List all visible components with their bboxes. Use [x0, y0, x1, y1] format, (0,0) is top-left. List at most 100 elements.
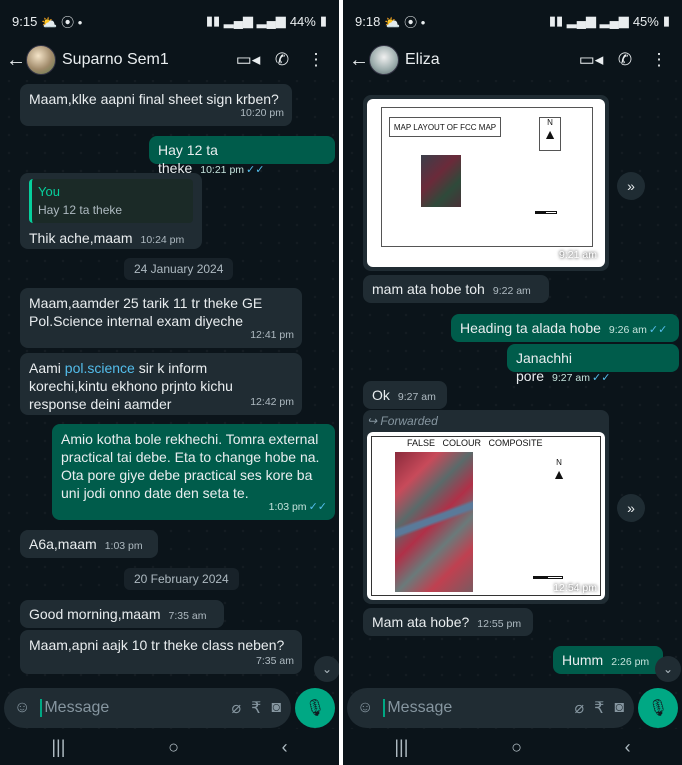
north-arrow: N ▲ [551, 458, 567, 481]
scroll-down-button[interactable]: ⌄ [655, 656, 681, 682]
contact-name[interactable]: Suparno Sem1 [62, 51, 231, 69]
video-call-icon[interactable]: ▭◂ [574, 50, 608, 70]
quoted-message[interactable]: You Hay 12 ta theke [29, 179, 193, 223]
phone-icon[interactable]: ✆ [608, 50, 642, 70]
message-input[interactable]: Message [383, 699, 564, 717]
message-incoming[interactable]: Ok 9:27 am [363, 381, 447, 409]
forwarded-text: Forwarded [380, 414, 438, 428]
forwarded-image-message[interactable]: ↪ Forwarded FALSE COLOUR COMPOSITE N ▲ 12… [363, 410, 609, 604]
message-link[interactable]: pol.science [65, 360, 135, 376]
message-incoming[interactable]: Maam,aamder 25 tarik 11 tr theke GE Pol.… [20, 288, 302, 348]
satellite-image [395, 452, 473, 592]
camera-icon[interactable]: ◙ [614, 699, 624, 717]
north-arrow-icon: ▲ [543, 126, 557, 142]
composer: ☺ Message ⌀ ₹ ◙ 🎙 [0, 688, 339, 728]
mic-button[interactable]: 🎙 [638, 688, 678, 728]
payment-icon[interactable]: ₹ [594, 698, 604, 718]
more-vert-icon[interactable]: ⋮ [642, 50, 676, 70]
back-nav-icon[interactable]: ‹ [282, 737, 288, 758]
notification-icons: ⛅ ⦿ • [384, 14, 426, 30]
date-separator: 20 February 2024 [124, 568, 239, 590]
home-icon[interactable]: ○ [511, 737, 522, 758]
system-nav-bar: ||| ○ ‹ [0, 729, 339, 765]
status-bar: 9:15 ⛅ ⦿ • ▮▮ ▂▄▆ ▂▄▆ 44% ▮ [0, 0, 339, 42]
message-time: 9:27 am [552, 372, 590, 384]
chat-pane-eliza: 9:18 ⛅ ⦿ • ▮▮ ▂▄▆ ▂▄▆ 45% ▮ ← Eliza ▭◂ ✆ ⋮ … [343, 0, 682, 765]
message-time: 10:24 pm [140, 234, 185, 246]
message-incoming[interactable]: Aami pol.science sir k inform korechi,ki… [20, 353, 302, 415]
phone-icon[interactable]: ✆ [265, 50, 299, 70]
message-time: 12:54 pm [553, 582, 597, 594]
message-text: Heading ta alada hobe [460, 320, 601, 336]
quote-author: You [38, 184, 60, 199]
camera-icon[interactable]: ◙ [271, 699, 281, 717]
emoji-icon[interactable]: ☺ [357, 699, 373, 717]
message-incoming[interactable]: A6a,maam 1:03 pm [20, 530, 158, 558]
message-outgoing[interactable]: Amio kotha bole rekhechi. Tomra external… [52, 424, 335, 520]
map-image[interactable]: MAP LAYOUT OF FCC MAP N ▲ 9:21 am [367, 99, 605, 267]
message-time: 10:20 pm [240, 107, 284, 119]
message-time: 12:42 pm [250, 396, 294, 408]
avatar[interactable] [26, 45, 56, 75]
message-outgoing[interactable]: Humm 2:26 pm [553, 646, 663, 674]
image-message[interactable]: MAP LAYOUT OF FCC MAP N ▲ 9:21 am [363, 95, 609, 271]
battery-icon: ▮ [319, 13, 327, 28]
message-time: 1:03 pm [268, 501, 307, 513]
payment-icon[interactable]: ₹ [251, 698, 261, 718]
message-time: 9:22 am [492, 285, 531, 297]
chat-pane-suparno: 9:15 ⛅ ⦿ • ▮▮ ▂▄▆ ▂▄▆ 44% ▮ ← Suparno Sem1 … [0, 0, 339, 765]
mic-button[interactable]: 🎙 [295, 688, 335, 728]
system-nav-bar: ||| ○ ‹ [343, 729, 682, 765]
message-outgoing[interactable]: Heading ta alada hobe 9:26 am ✓✓ [451, 314, 679, 342]
forward-icon[interactable]: » [617, 494, 645, 522]
message-input-box[interactable]: ☺ Message ⌀ ₹ ◙ [4, 688, 291, 728]
map-image[interactable]: FALSE COLOUR COMPOSITE N ▲ 12:54 pm [367, 432, 605, 600]
message-outgoing[interactable]: Janachhi pore 9:27 am ✓✓ [507, 344, 679, 384]
map-title: FALSE COLOUR COMPOSITE [407, 438, 543, 448]
avatar[interactable] [369, 45, 399, 75]
forwarded-label: ↪ Forwarded [367, 414, 438, 428]
message-time: 7:35 am [168, 610, 207, 622]
chat-header: ← Eliza ▭◂ ✆ ⋮ [343, 40, 682, 80]
back-nav-icon[interactable]: ‹ [625, 737, 631, 758]
scroll-down-button[interactable]: ⌄ [314, 656, 339, 682]
message-incoming[interactable]: Mam ata hobe? 12:55 pm [363, 608, 533, 636]
recents-icon[interactable]: ||| [51, 737, 65, 758]
message-input[interactable]: Message [40, 699, 221, 717]
read-receipt-icon: ✓✓ [591, 372, 611, 384]
message-text: Amio kotha bole rekhechi. Tomra external… [61, 431, 320, 501]
back-arrow-icon[interactable]: ← [349, 49, 369, 72]
message-time: 1:03 pm [104, 540, 143, 552]
message-time: 9:26 am [608, 324, 647, 336]
satellite-thumbnail [421, 155, 461, 207]
home-icon[interactable]: ○ [168, 737, 179, 758]
contact-name[interactable]: Eliza [405, 51, 574, 69]
more-vert-icon[interactable]: ⋮ [299, 50, 333, 70]
signal-icons: ▮▮ ▂▄▆ ▂▄▆ [548, 13, 629, 28]
message-outgoing[interactable]: Hay 12 ta theke 10:21 pm ✓✓ [149, 136, 335, 176]
north-arrow-box: N ▲ [539, 117, 561, 151]
read-receipt-icon: ✓✓ [648, 324, 668, 336]
emoji-icon[interactable]: ☺ [14, 699, 30, 717]
message-text: Thik ache,maam [29, 230, 133, 246]
message-incoming[interactable]: Good morning,maam 7:35 am [20, 600, 224, 628]
message-time: 9:21 am [559, 249, 597, 261]
message-incoming[interactable]: mam ata hobe toh 9:22 am [363, 275, 549, 303]
message-time: 7:35 am [256, 655, 294, 667]
quote-text: Hay 12 ta theke [38, 203, 123, 217]
forward-icon[interactable]: » [617, 172, 645, 200]
message-text: Good morning,maam [29, 606, 161, 622]
message-incoming[interactable]: Maam,klke aapni final sheet sign krben? … [20, 84, 292, 126]
message-incoming[interactable]: Maam,apni aajk 10 tr theke class neben? … [20, 630, 302, 674]
message-reply[interactable]: You Hay 12 ta theke Thik ache,maam 10:24 … [20, 173, 202, 249]
video-call-icon[interactable]: ▭◂ [231, 50, 265, 70]
attach-icon[interactable]: ⌀ [232, 698, 242, 718]
attach-icon[interactable]: ⌀ [575, 698, 585, 718]
back-arrow-icon[interactable]: ← [6, 49, 26, 72]
status-bar: 9:18 ⛅ ⦿ • ▮▮ ▂▄▆ ▂▄▆ 45% ▮ [343, 0, 682, 42]
north-arrow-icon: ▲ [552, 466, 566, 482]
message-input-box[interactable]: ☺ Message ⌀ ₹ ◙ [347, 688, 634, 728]
message-text: Maam,aamder 25 tarik 11 tr theke GE Pol.… [29, 295, 263, 329]
recents-icon[interactable]: ||| [394, 737, 408, 758]
battery-icon: ▮ [662, 13, 670, 28]
